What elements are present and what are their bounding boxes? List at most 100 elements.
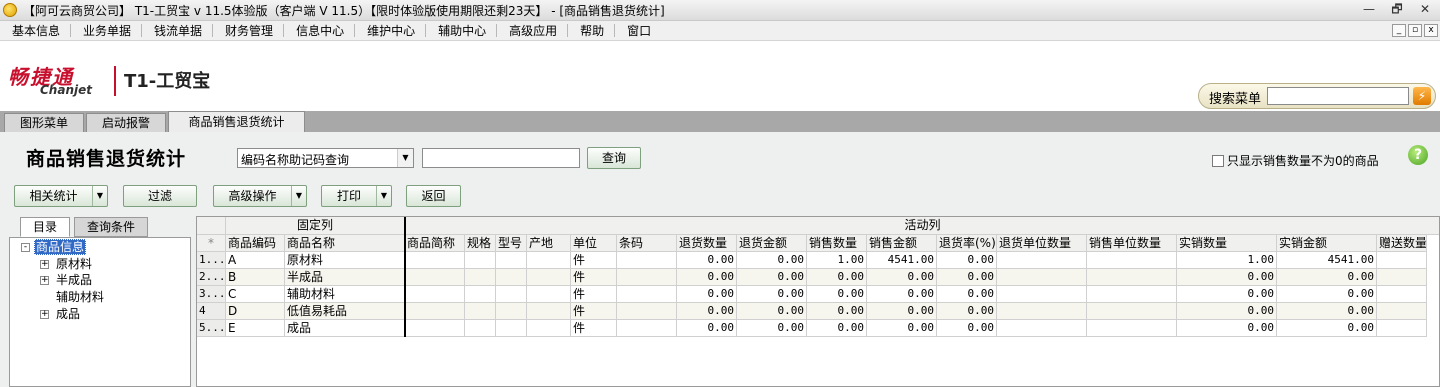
table-cell[interactable] [617,269,677,286]
table-cell[interactable]: 0.00 [937,252,997,269]
table-cell[interactable]: 0.00 [677,320,737,337]
table-cell[interactable]: 0.00 [737,303,807,320]
column-header[interactable]: 商品简称 [405,235,465,252]
chevron-down-icon[interactable]: ▼ [376,186,391,206]
column-header[interactable]: 赠送数量 [1377,235,1427,252]
column-header[interactable]: 销售金额 [867,235,937,252]
table-cell[interactable]: 0.00 [807,320,867,337]
column-header[interactable]: 退货数量 [677,235,737,252]
table-cell[interactable] [527,320,571,337]
table-cell[interactable]: 1.00 [807,252,867,269]
table-cell[interactable]: A [226,252,285,269]
table-cell[interactable]: 0.00 [677,269,737,286]
table-cell[interactable] [1377,269,1427,286]
table-cell[interactable] [465,303,496,320]
table-cell[interactable] [997,303,1087,320]
table-cell[interactable] [405,320,465,337]
table-cell[interactable]: 辅助材料 [285,286,405,303]
search-go-icon[interactable]: ⚡ [1413,87,1431,105]
table-cell[interactable] [997,269,1087,286]
column-header[interactable]: 实销数量 [1177,235,1277,252]
expand-icon[interactable]: + [40,276,49,285]
table-cell[interactable] [405,286,465,303]
table-cell[interactable]: 0.00 [867,303,937,320]
table-cell[interactable] [527,269,571,286]
table-cell[interactable]: 0.00 [737,252,807,269]
tree-node-root[interactable]: 商品信息 [34,239,87,255]
table-cell[interactable]: 0.00 [1177,320,1277,337]
table-cell[interactable]: 0.00 [677,303,737,320]
filter-button[interactable]: 过滤 [123,185,197,207]
tree-node-raw-materials[interactable]: 原材料 [56,256,92,272]
table-cell[interactable]: 0.00 [677,252,737,269]
expand-icon[interactable]: + [40,310,49,319]
table-cell[interactable] [496,286,527,303]
table-cell[interactable]: 0.00 [867,269,937,286]
table-cell[interactable] [1377,320,1427,337]
table-cell[interactable]: 0.00 [737,269,807,286]
table-cell[interactable]: 0.00 [737,286,807,303]
table-cell[interactable] [465,269,496,286]
table-cell[interactable]: 0.00 [937,269,997,286]
table-cell[interactable] [465,320,496,337]
menu-business-docs[interactable]: 业务单据 [71,21,141,41]
table-cell[interactable] [997,286,1087,303]
table-cell[interactable]: 0.00 [1177,303,1277,320]
table-cell[interactable] [1087,286,1177,303]
table-cell[interactable]: 0.00 [807,303,867,320]
tab-graphic-menu[interactable]: 图形菜单 [4,113,84,132]
menu-auxiliary[interactable]: 辅助中心 [426,21,496,41]
table-cell[interactable] [1377,252,1427,269]
tree-node-semi-finished[interactable]: 半成品 [56,272,92,288]
table-cell[interactable] [405,252,465,269]
table-cell[interactable] [617,320,677,337]
table-cell[interactable] [617,303,677,320]
table-cell[interactable] [405,303,465,320]
menu-cash-docs[interactable]: 钱流单据 [142,21,212,41]
table-cell[interactable] [496,269,527,286]
menu-info-center[interactable]: 信息中心 [284,21,354,41]
table-cell[interactable]: 0.00 [807,286,867,303]
expand-icon[interactable]: + [40,260,49,269]
help-icon[interactable]: ? [1408,145,1428,165]
table-cell[interactable]: 0.00 [867,320,937,337]
row-number[interactable]: 5... [197,320,226,337]
chevron-down-icon[interactable]: ▼ [92,186,107,206]
query-input[interactable] [422,148,580,168]
table-cell[interactable]: 0.00 [1177,269,1277,286]
column-header[interactable]: 退货金额 [737,235,807,252]
table-cell[interactable]: B [226,269,285,286]
column-header[interactable]: 单位 [571,235,617,252]
table-cell[interactable]: C [226,286,285,303]
table-cell[interactable] [527,252,571,269]
mdi-minimize-button[interactable]: _ [1392,24,1406,37]
back-button[interactable]: 返回 [406,185,461,207]
table-cell[interactable]: 0.00 [1277,320,1377,337]
table-cell[interactable]: 低值易耗品 [285,303,405,320]
table-cell[interactable]: 成品 [285,320,405,337]
table-cell[interactable]: 4541.00 [867,252,937,269]
table-cell[interactable]: 件 [571,286,617,303]
column-header[interactable]: 商品名称 [285,235,405,252]
table-cell[interactable]: 0.00 [1277,269,1377,286]
menu-advanced[interactable]: 高级应用 [497,21,567,41]
table-cell[interactable]: 0.00 [677,286,737,303]
table-cell[interactable]: 0.00 [1277,303,1377,320]
table-cell[interactable]: 半成品 [285,269,405,286]
mdi-close-button[interactable]: x [1424,24,1438,37]
table-cell[interactable]: 0.00 [937,320,997,337]
column-header[interactable]: 实销金额 [1277,235,1377,252]
tree-node-aux-materials[interactable]: 辅助材料 [56,289,104,305]
row-number[interactable]: 1... [197,252,226,269]
table-cell[interactable] [1377,286,1427,303]
row-number[interactable]: 4 [197,303,226,320]
column-header[interactable]: 销售单位数量 [1087,235,1177,252]
table-cell[interactable]: 0.00 [937,303,997,320]
table-cell[interactable] [496,303,527,320]
table-cell[interactable] [496,252,527,269]
menu-finance[interactable]: 财务管理 [213,21,283,41]
tab-startup-alerts[interactable]: 启动报警 [86,113,166,132]
tree-node-finished[interactable]: 成品 [56,306,80,322]
table-cell[interactable]: D [226,303,285,320]
table-cell[interactable]: 0.00 [737,320,807,337]
